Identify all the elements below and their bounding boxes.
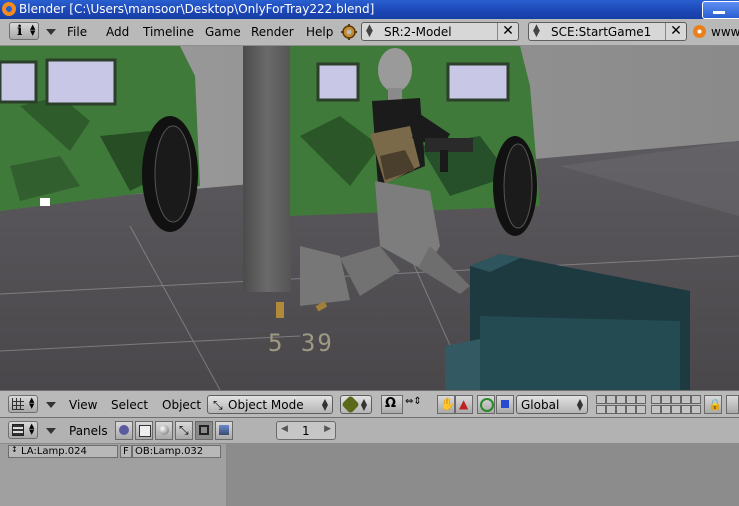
info-icon: i	[17, 23, 23, 39]
script-icon	[139, 425, 151, 437]
menu-game[interactable]: Game	[205, 25, 241, 39]
translate-manipulator[interactable]: ▲	[455, 395, 473, 414]
collapse-buttons-header-icon[interactable]	[46, 428, 56, 434]
sphere-icon	[159, 425, 169, 435]
panels-label[interactable]: Panels	[69, 424, 108, 438]
menu-timeline[interactable]: Timeline	[143, 25, 194, 39]
ring-icon	[480, 398, 494, 412]
collapse-menu-icon[interactable]	[46, 29, 56, 35]
layer-buttons-group-1[interactable]	[596, 395, 646, 414]
grid-icon	[12, 398, 24, 410]
frame-increment-icon[interactable]: ▶	[324, 424, 331, 434]
menu-object[interactable]: Object	[162, 398, 201, 412]
frame-counter[interactable]: ◀ 1 ▶	[276, 421, 336, 440]
window-title-bar: Blender [C:\Users\mansoor\Desktop\OnlyFo…	[0, 0, 739, 19]
blender-org-link[interactable]: www	[711, 25, 739, 39]
lamp-datablock-name[interactable]: LA:Lamp.024	[21, 446, 87, 457]
pillar	[243, 46, 291, 292]
draw-type-selector[interactable]: ▲ ▼	[340, 395, 372, 414]
scene-delete-button[interactable]: ✕	[665, 23, 686, 40]
lamp-datablock-field[interactable]: ↕ LA:Lamp.024	[8, 445, 118, 458]
3d-view-header: ▲ ▼ View Select Object ⤡ Object Mode ▲ ▼ ▲…	[0, 390, 739, 418]
info-header: i ▲ ▼ File Add Timeline Game Render Help …	[0, 19, 739, 46]
logic-icon	[119, 425, 129, 435]
game-stats-readout: 5 39	[268, 329, 334, 357]
solid-shading-icon	[341, 395, 360, 414]
menu-view[interactable]: View	[69, 398, 97, 412]
fake-user-toggle[interactable]: F	[120, 445, 132, 458]
lock-layers-button[interactable]: 🔒	[704, 395, 722, 414]
editor-type-button[interactable]: ▲ ▼	[8, 395, 38, 413]
lamp-panel: ↕ LA:Lamp.024 F OB:Lamp.032	[0, 444, 227, 506]
shading-context-button[interactable]	[155, 421, 173, 440]
square-icon	[501, 400, 509, 408]
buttons-window-header: ▲ ▼ Panels ⤡ ◀ 1 ▶	[0, 418, 739, 444]
scene-name[interactable]: SCE:StartGame1	[551, 25, 651, 39]
scene-context-button[interactable]	[215, 421, 233, 440]
pivot-selector[interactable]: Ω	[381, 395, 403, 414]
editing-context-button[interactable]	[195, 421, 213, 440]
frame-value[interactable]: 1	[302, 424, 310, 438]
editing-icon	[199, 425, 209, 435]
object-mode-icon: ⤡	[213, 398, 223, 412]
orientation-selector[interactable]: Global ▲ ▼	[516, 395, 588, 414]
scene-selector[interactable]: ▲ ▼ SCE:StartGame1 ✕	[528, 22, 687, 41]
manipulator-toggle[interactable]: ✋	[437, 395, 455, 414]
triangle-icon: ▲	[459, 397, 469, 411]
window-title: Blender [C:\Users\mansoor\Desktop\OnlyFo…	[19, 2, 375, 16]
menu-render[interactable]: Render	[251, 25, 294, 39]
orientation-label: Global	[521, 398, 560, 412]
menu-file[interactable]: File	[67, 25, 87, 39]
render-preview-button[interactable]	[726, 395, 739, 414]
menu-help[interactable]: Help	[306, 25, 333, 39]
buttons-window-icon	[12, 424, 24, 436]
logic-context-button[interactable]	[115, 421, 133, 440]
object-context-button[interactable]: ⤡	[175, 421, 193, 440]
blender-logo-icon	[2, 2, 16, 16]
screen-selector[interactable]: ▲ ▼ SR:2-Model ✕	[361, 22, 519, 41]
menu-select[interactable]: Select	[111, 398, 148, 412]
object-datablock-name[interactable]: OB:Lamp.032	[135, 446, 203, 457]
lock-icon: 🔒	[708, 398, 722, 411]
pivot-arrows-icon: ⇔⇕	[405, 396, 422, 407]
game-engine-icon[interactable]	[341, 24, 357, 40]
minimize-button[interactable]	[702, 1, 739, 19]
transform-pivot-toggle[interactable]: ⇔⇕	[403, 395, 431, 414]
mode-selector[interactable]: ⤡ Object Mode ▲ ▼	[207, 395, 333, 414]
3d-viewport[interactable]: 5 39	[0, 46, 739, 390]
fake-user-label: F	[123, 446, 129, 457]
screen-name[interactable]: SR:2-Model	[384, 25, 452, 39]
blender-org-icon[interactable]	[693, 25, 706, 38]
screen-delete-button[interactable]: ✕	[497, 23, 518, 40]
object-datablock-field[interactable]: OB:Lamp.032	[132, 445, 221, 458]
buttons-panel-area: ↕ LA:Lamp.024 F OB:Lamp.032	[0, 444, 739, 506]
rotate-manipulator[interactable]	[477, 395, 495, 414]
layer-buttons-group-2[interactable]	[651, 395, 701, 414]
menu-add[interactable]: Add	[106, 25, 129, 39]
window-type-button[interactable]: i ▲ ▼	[9, 22, 39, 40]
scene-icon	[219, 425, 229, 435]
script-context-button[interactable]	[135, 421, 153, 440]
collapse-header-icon[interactable]	[46, 402, 56, 408]
hand-icon: ✋	[440, 397, 455, 411]
axis-icon: ⤡	[179, 423, 189, 437]
pivot-icon: Ω	[385, 396, 397, 411]
game-scene-render	[0, 46, 739, 390]
mode-label: Object Mode	[228, 398, 304, 412]
scale-manipulator[interactable]	[496, 395, 514, 414]
buttons-editor-type[interactable]: ▲ ▼	[8, 421, 38, 439]
frame-decrement-icon[interactable]: ◀	[281, 424, 288, 434]
